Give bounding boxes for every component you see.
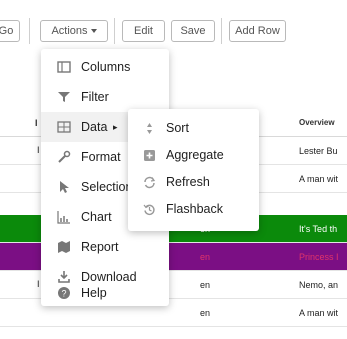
submenu-item-label: Sort [166,121,189,135]
help-icon: ? [57,286,71,300]
chart-icon [57,210,71,224]
submenu-item-flashback[interactable]: Flashback [128,196,259,223]
flashback-icon [143,203,156,216]
menu-item-label: Columns [81,60,131,74]
add-row-button[interactable]: Add Row [229,20,286,42]
menu-item-label: Data [81,120,108,134]
wrench-icon [57,150,71,164]
cell-overview: A man wit [299,174,339,184]
submenu-item-label: Refresh [166,175,210,189]
aggregate-icon [143,149,156,162]
columns-icon [57,60,71,74]
submenu-item-sort[interactable]: Sort [128,115,259,142]
cursor-icon [57,180,71,194]
cell-overview: Lester Bu [299,146,338,156]
cell-overview: Princess I [299,252,339,262]
submenu-item-refresh[interactable]: Refresh [128,169,259,196]
data-submenu: Sort Aggregate Refresh Flashback [128,109,259,231]
refresh-icon [143,176,156,189]
cell-overview: It's Ted th [299,224,338,234]
menu-item-report[interactable]: Report [41,232,169,262]
actions-label: Actions [51,25,88,37]
data-grid-icon [57,120,71,134]
row-mark: I [37,279,40,289]
cell-language: en [200,280,211,290]
caret-down-icon [90,29,97,34]
menu-item-label: Filter [81,90,109,104]
toolbar: Go Actions Edit Save Add Row [0,0,347,56]
menu-item-label: Selection [81,180,133,194]
actions-button[interactable]: Actions [40,20,108,42]
toolbar-separator [29,18,30,44]
menu-item-label: Report [81,240,119,254]
header-mark: I [35,118,38,128]
menu-item-columns[interactable]: Columns [41,52,169,82]
submenu-arrow-icon: ▸ [113,122,118,132]
edit-button[interactable]: Edit [122,20,165,42]
submenu-item-label: Aggregate [166,148,224,162]
toolbar-separator [114,18,115,44]
cell-language: en [200,252,211,262]
report-icon [57,240,71,254]
submenu-item-aggregate[interactable]: Aggregate [128,142,259,169]
menu-item-label: Format [81,150,121,164]
menu-item-help[interactable]: ? Help [41,280,169,306]
cell-overview: Nemo, an [299,280,339,290]
svg-text:?: ? [61,289,66,299]
menu-item-filter[interactable]: Filter [41,82,169,112]
filter-icon [57,90,71,104]
go-button[interactable]: Go [0,20,20,42]
save-button[interactable]: Save [171,20,215,42]
sort-icon [143,122,156,135]
menu-item-label: Help [81,286,107,300]
column-header-overview[interactable]: Overview [299,118,335,127]
cell-overview: A man wit [299,308,339,318]
menu-item-label: Chart [81,210,112,224]
row-mark: I [37,145,40,155]
toolbar-separator [221,18,222,44]
submenu-item-label: Flashback [166,202,223,216]
cell-language: en [200,308,211,318]
